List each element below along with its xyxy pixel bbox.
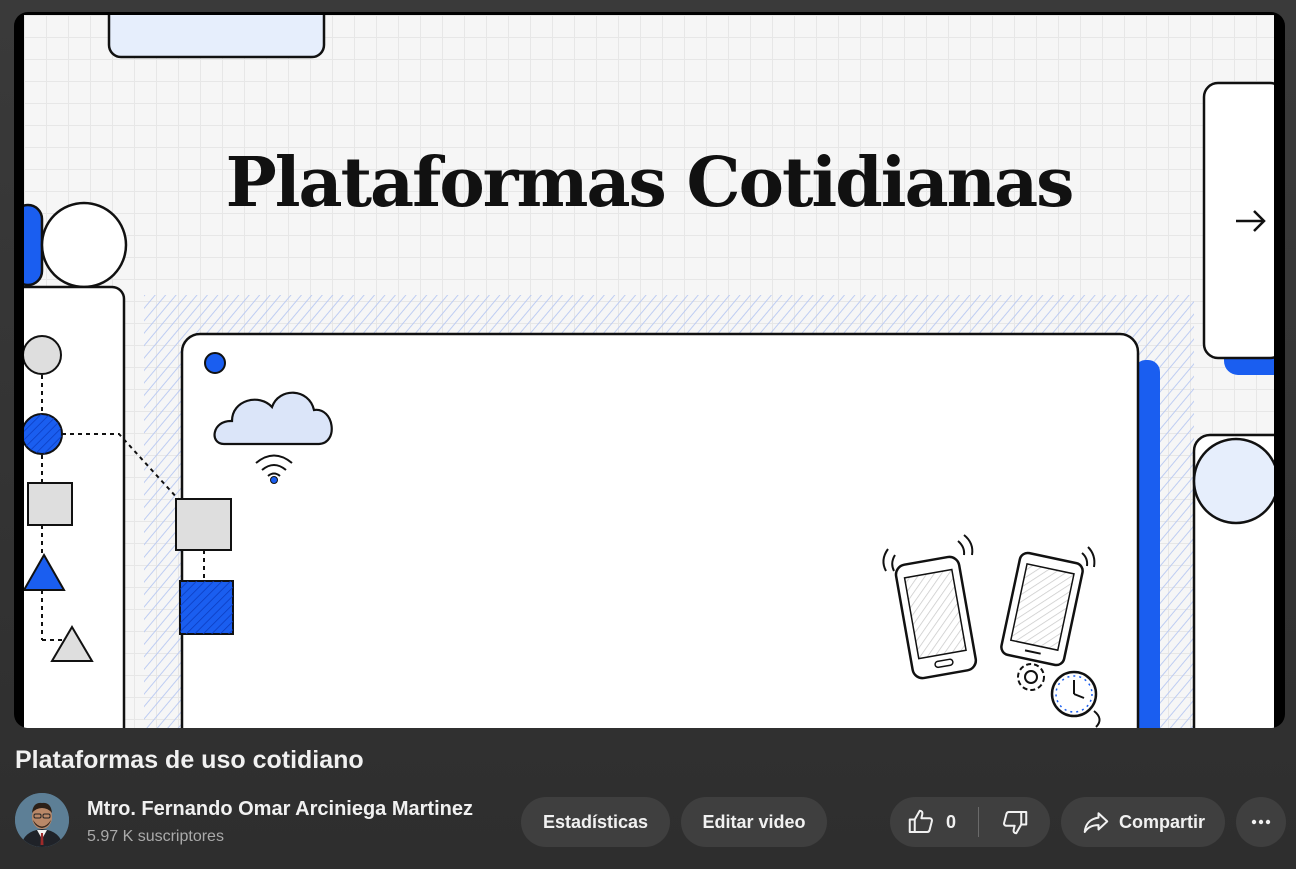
owner-row: Mtro. Fernando Omar Arciniega Martinez 5…: [15, 793, 1286, 849]
like-count: 0: [946, 811, 957, 832]
subscriber-count: 5.97 K suscriptores: [87, 828, 224, 845]
dislike-button[interactable]: [979, 797, 1050, 847]
video-frame-slide: Plataformas Cotidianas: [24, 15, 1274, 728]
thumbs-down-icon: [1000, 807, 1030, 837]
slide-illustration: [24, 15, 1274, 728]
avatar-image: [15, 793, 69, 847]
video-player[interactable]: Plataformas Cotidianas: [14, 12, 1285, 728]
slide-title: Plataformas Cotidianas: [225, 143, 1075, 223]
youtube-studio-video-page: Plataformas Cotidianas Plataformas de us…: [0, 0, 1296, 869]
edit-video-button[interactable]: Editar video: [681, 797, 827, 847]
more-actions-button[interactable]: [1236, 797, 1286, 847]
share-arrow-icon: [1081, 807, 1111, 837]
like-dislike-group: 0: [890, 797, 1050, 847]
video-title: Plataformas de uso cotidiano: [15, 746, 364, 774]
more-horizontal-icon: [1249, 810, 1273, 834]
share-label: Compartir: [1118, 811, 1205, 832]
channel-name[interactable]: Mtro. Fernando Omar Arciniega Martinez: [87, 798, 473, 821]
analytics-button[interactable]: Estadísticas: [521, 797, 670, 847]
like-button[interactable]: 0: [890, 797, 978, 847]
channel-avatar[interactable]: [15, 793, 69, 847]
thumbs-up-icon: [906, 807, 936, 837]
share-button[interactable]: Compartir: [1061, 797, 1225, 847]
